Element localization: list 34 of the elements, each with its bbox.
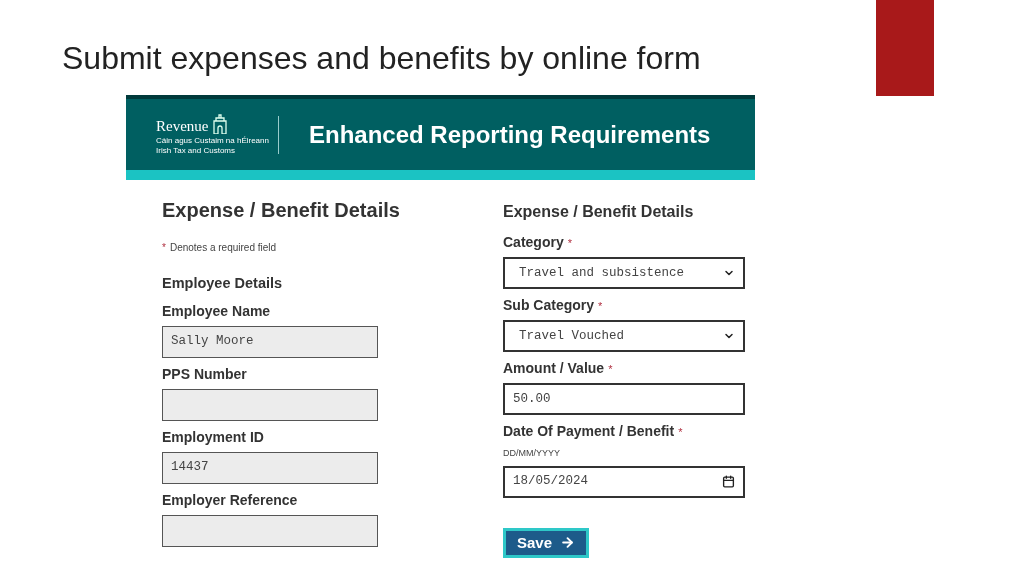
save-button[interactable]: Save	[503, 527, 589, 558]
required-mark: *	[567, 236, 572, 251]
section-heading: Expense / Benefit Details	[162, 198, 401, 223]
required-mark: *	[162, 241, 166, 255]
date-field[interactable]: 18/05/2024	[503, 465, 745, 498]
field-label: Category	[503, 233, 564, 252]
input-field[interactable]: Sally Moore	[162, 325, 378, 358]
required-mark: *	[608, 362, 613, 377]
subsection-heading: Employee Details	[162, 274, 284, 293]
slide-title: Submit expenses and benefits by online form	[62, 42, 702, 74]
arrow-icon	[560, 535, 575, 551]
required-mark: *	[598, 299, 603, 314]
header-title: Enhanced Reporting Requirements	[309, 119, 711, 150]
select-field[interactable]: Travel and subsistence	[503, 257, 745, 289]
input-field[interactable]: 14437	[162, 451, 378, 484]
input-field[interactable]: 50.00	[503, 383, 745, 415]
field-label: Sub Category	[503, 296, 594, 315]
input-field[interactable]	[162, 514, 378, 547]
field-label: Employment ID	[162, 427, 264, 447]
date-format-hint: DD/MM/YYYY	[503, 447, 561, 460]
field-label: Employee Name	[162, 301, 271, 321]
required-note: Denotes a required field	[169, 241, 277, 255]
required-mark: *	[678, 425, 683, 440]
logo-tagline: Irish Tax and Customs	[156, 145, 236, 156]
field-label: Employer Reference	[162, 490, 298, 510]
logo-name: Revenue	[156, 118, 209, 134]
field-label: Date Of Payment / Benefit	[503, 422, 675, 441]
field-label: PPS Number	[162, 364, 247, 384]
section-heading: Expense / Benefit Details	[503, 202, 695, 222]
input-field[interactable]	[162, 388, 378, 421]
calendar-icon	[722, 475, 735, 488]
field-label: Amount / Value	[503, 359, 605, 378]
building-icon	[212, 113, 229, 134]
select-field[interactable]: Travel Vouched	[503, 320, 745, 352]
